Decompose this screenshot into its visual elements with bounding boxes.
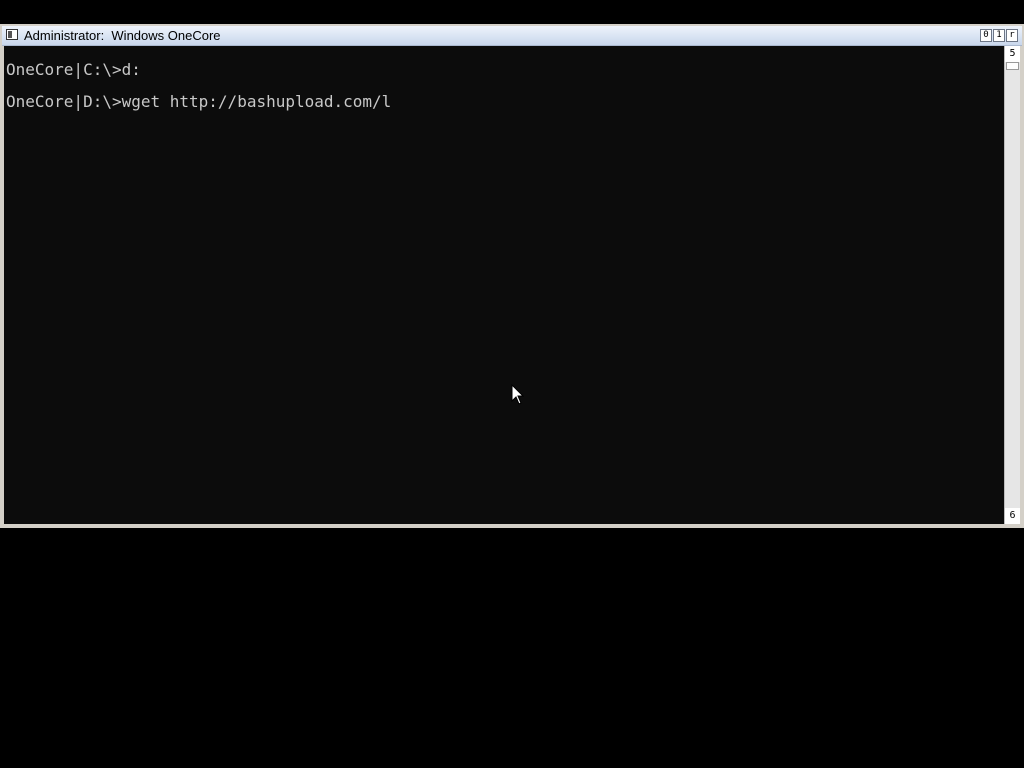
maximize-button[interactable]: 1 <box>993 29 1005 42</box>
console-line: OneCore|D:\>wget http://bashupload.com/l <box>6 92 392 111</box>
mouse-pointer-icon <box>511 384 525 405</box>
scroll-down-button[interactable]: 6 <box>1005 508 1020 524</box>
console-output[interactable]: OneCore|C:\>d: OneCore|D:\>wget http://b… <box>4 46 1004 524</box>
console-window-icon[interactable] <box>6 29 18 40</box>
window-controls: 0 1 r <box>980 29 1018 42</box>
window-title: Administrator: Windows OneCore <box>24 28 221 43</box>
minimize-button[interactable]: 0 <box>980 29 992 42</box>
scroll-up-button[interactable]: 5 <box>1005 46 1020 62</box>
vertical-scrollbar[interactable]: 5 6 <box>1004 46 1020 524</box>
scroll-thumb[interactable] <box>1006 62 1019 70</box>
title-bar[interactable]: Administrator: Windows OneCore 0 1 r <box>2 26 1022 46</box>
desktop: Administrator: Windows OneCore 0 1 r One… <box>0 0 1024 768</box>
console-window[interactable]: Administrator: Windows OneCore 0 1 r One… <box>0 24 1024 528</box>
close-button[interactable]: r <box>1006 29 1018 42</box>
console-line: OneCore|C:\>d: <box>6 60 141 79</box>
